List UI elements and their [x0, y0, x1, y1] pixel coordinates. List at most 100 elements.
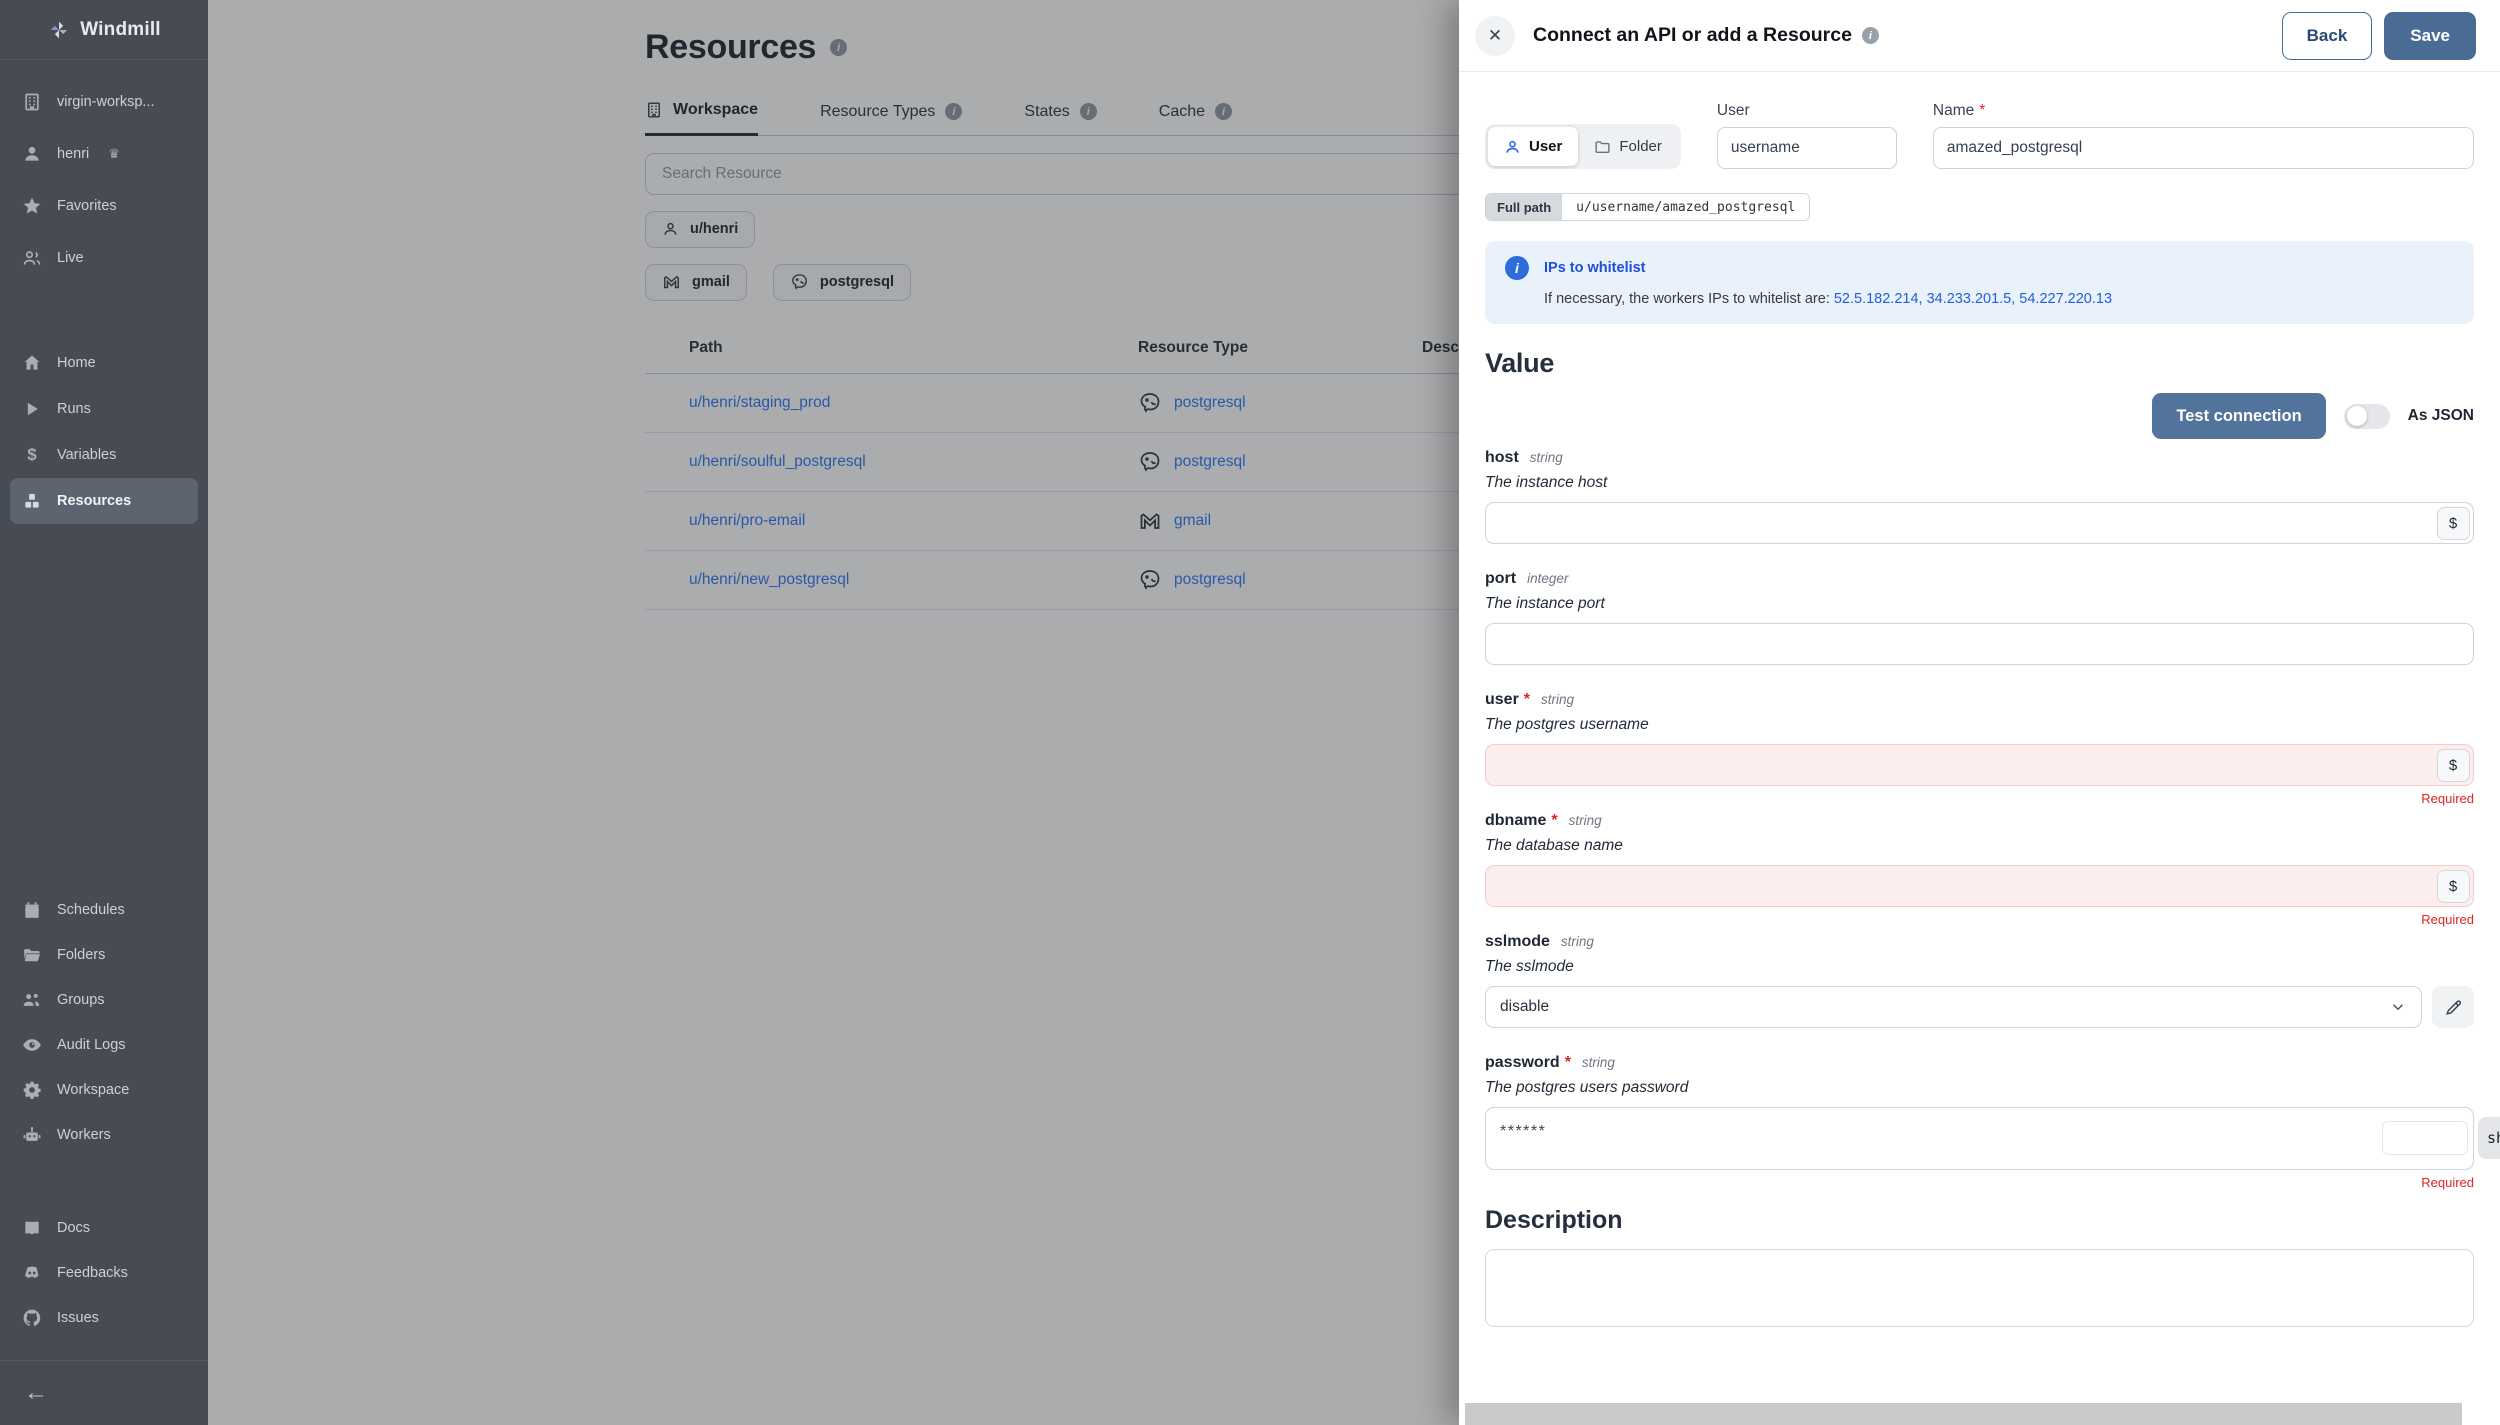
sidebar-item-resources[interactable]: Resources [10, 478, 198, 524]
back-arrow-icon: ← [24, 1379, 48, 1406]
field-host: host string The instance host $ [1485, 449, 2474, 544]
sidebar-item-issues[interactable]: Issues [10, 1295, 198, 1340]
dbname-input[interactable] [1485, 865, 2474, 907]
owner-folder-button[interactable]: Folder [1578, 127, 1678, 166]
github-icon [22, 1308, 42, 1328]
sidebar-item-docs[interactable]: Docs [10, 1205, 198, 1250]
description-textarea[interactable] [1485, 1249, 2474, 1327]
required-asterisk: * [1979, 102, 1986, 119]
as-json-toggle[interactable] [2343, 403, 2390, 429]
info-icon: i [1505, 256, 1529, 280]
variable-picker-button[interactable]: $ [2436, 506, 2470, 540]
name-field-input[interactable] [1932, 127, 2474, 169]
person-icon [1504, 138, 1521, 155]
save-button[interactable]: Save [2384, 11, 2476, 60]
test-connection-button[interactable]: Test connection [2152, 393, 2326, 439]
feedbacks-label: Feedbacks [57, 1264, 128, 1281]
sidebar-item-workspace-settings[interactable]: Workspace [10, 1067, 198, 1112]
brand[interactable]: Windmill [0, 0, 208, 60]
sidebar-item-groups[interactable]: Groups [10, 977, 198, 1022]
collapse-sidebar-button[interactable]: ← [0, 1361, 208, 1425]
back-button[interactable]: Back [2281, 11, 2373, 60]
full-path-display: Full path u/username/amazed_postgresql [1485, 193, 1811, 221]
sidebar-item-folders[interactable]: Folders [10, 932, 198, 977]
field-port: port integer The instance port [1485, 570, 2474, 665]
sidebar-item-live[interactable]: Live [10, 232, 198, 284]
owner-folder-label: Folder [1619, 138, 1662, 155]
sidebar-item-home[interactable]: Home [10, 340, 198, 386]
star-icon [22, 196, 42, 216]
user-input[interactable] [1485, 744, 2474, 786]
ip-whitelist-infobox: i IPs to whitelist If necessary, the wor… [1485, 241, 2474, 324]
required-note: Required [2421, 1175, 2474, 1190]
infobox-body: If necessary, the workers IPs to whiteli… [1544, 291, 2113, 307]
horizontal-scrollbar-thumb[interactable] [1465, 1403, 2462, 1425]
password-inline-box[interactable] [2382, 1121, 2468, 1155]
close-icon[interactable]: ✕ [1475, 15, 1515, 56]
value-section-heading: Value [1485, 348, 1555, 378]
home-label: Home [57, 355, 96, 371]
variable-picker-button[interactable]: $ [2436, 869, 2470, 903]
field-description: The instance port [1485, 595, 1605, 612]
workspace-settings-label: Workspace [57, 1081, 130, 1098]
workspace-name: virgin-worksp... [57, 94, 155, 110]
chevron-down-icon [2389, 998, 2407, 1016]
favorites-label: Favorites [57, 198, 117, 214]
audit-logs-label: Audit Logs [57, 1036, 126, 1053]
username-label: henri [57, 146, 90, 162]
description-section-heading: Description [1485, 1206, 1623, 1234]
crown-icon: ♛ [108, 146, 120, 161]
groups-label: Groups [57, 991, 105, 1008]
workers-label: Workers [57, 1126, 111, 1143]
field-type: string [1541, 692, 1575, 707]
brand-label: Windmill [80, 18, 161, 40]
sidebar-item-schedules[interactable]: Schedules [10, 887, 198, 932]
sidebar-item-workers[interactable]: Workers [10, 1112, 198, 1157]
required-asterisk: * [1564, 1054, 1571, 1071]
show-password-chip[interactable]: sh [2478, 1117, 2500, 1159]
worker-ip-list[interactable]: 52.5.182.214, 34.233.201.5, 54.227.220.1… [1834, 291, 2112, 307]
field-sslmode: sslmode string The sslmode disable [1485, 933, 2474, 1028]
windmill-logo-icon [47, 18, 71, 42]
field-description: The postgres users password [1485, 1079, 1689, 1096]
toggle-knob [2346, 406, 2367, 426]
folder-icon [22, 945, 42, 965]
gear-icon [22, 1080, 42, 1100]
sidebar-item-favorites[interactable]: Favorites [10, 180, 198, 232]
home-icon [22, 353, 42, 373]
field-type: string [1529, 450, 1563, 465]
folders-label: Folders [57, 946, 106, 963]
port-input[interactable] [1485, 623, 2474, 665]
field-dbname: dbname * string The database name $ Requi… [1485, 812, 2474, 927]
sidebar-item-runs[interactable]: Runs [10, 386, 198, 432]
field-description: The database name [1485, 837, 1623, 854]
person-icon [22, 144, 42, 164]
calendar-icon [22, 900, 42, 920]
sidebar-item-audit-logs[interactable]: Audit Logs [10, 1022, 198, 1067]
field-type: string [1568, 813, 1602, 828]
horizontal-scrollbar-track[interactable] [1459, 1403, 2500, 1425]
sidebar-item-user[interactable]: henri ♛ [10, 128, 198, 180]
password-input[interactable] [1485, 1107, 2474, 1170]
name-field-label: Name * [1932, 102, 1986, 119]
user-field-input[interactable] [1716, 127, 1897, 169]
eye-icon [22, 1035, 42, 1055]
variable-picker-button[interactable]: $ [2436, 748, 2470, 782]
owner-user-label: User [1529, 138, 1563, 155]
sslmode-selected-value: disable [1500, 998, 1550, 1015]
owner-user-button[interactable]: User [1488, 127, 1579, 166]
sidebar-item-workspace-switcher[interactable]: virgin-worksp... [10, 76, 198, 128]
resources-label: Resources [57, 493, 132, 509]
building-icon [22, 92, 42, 112]
host-input[interactable] [1485, 502, 2474, 544]
edit-pencil-button[interactable] [2432, 986, 2474, 1028]
drawer-title-info-icon[interactable]: i [1861, 27, 1879, 44]
sidebar-item-feedbacks[interactable]: Feedbacks [10, 1250, 198, 1295]
schedules-label: Schedules [57, 901, 125, 918]
sslmode-select[interactable]: disable [1485, 986, 2422, 1028]
full-path-badge: Full path [1486, 194, 1563, 220]
variables-label: Variables [57, 447, 117, 463]
sidebar-item-variables[interactable]: $ Variables [10, 432, 198, 478]
play-icon [22, 399, 42, 419]
runs-label: Runs [57, 401, 91, 417]
